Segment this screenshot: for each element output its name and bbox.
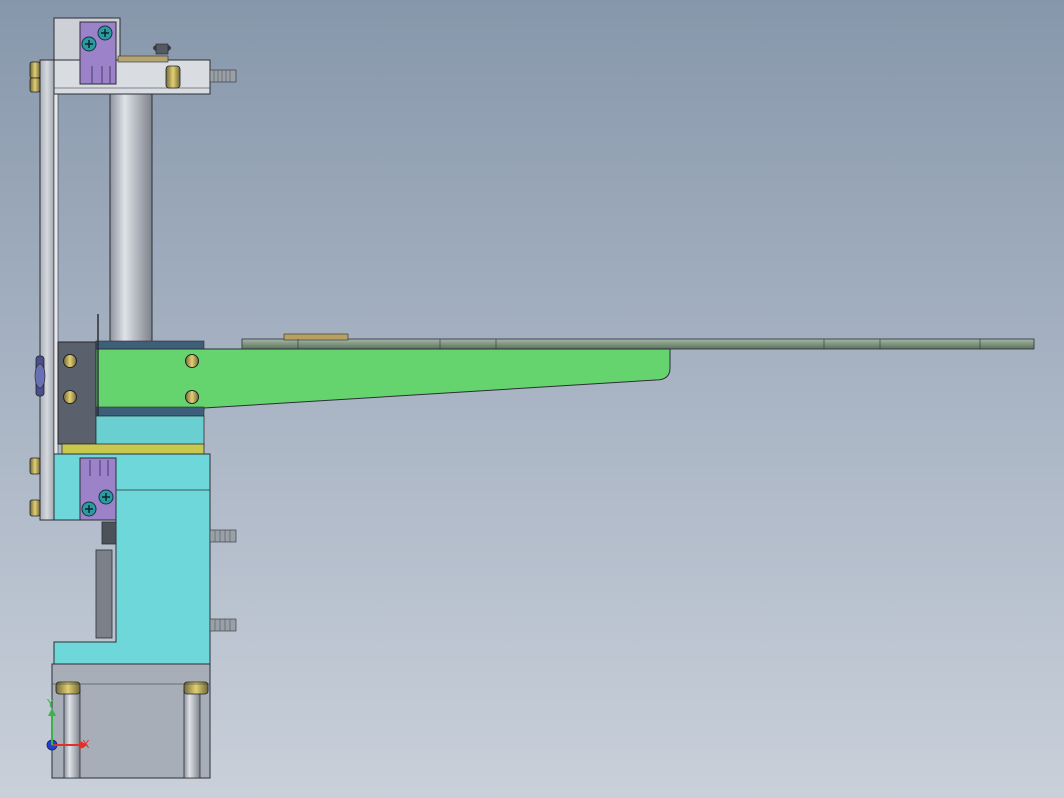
side-frame-inner xyxy=(53,59,59,521)
side-frame[interactable] xyxy=(39,59,59,521)
bolt-head xyxy=(29,457,41,475)
base-right-column xyxy=(183,689,201,779)
plate-tab xyxy=(283,333,349,341)
dark-block-body xyxy=(57,341,97,445)
bolt-head xyxy=(29,61,41,79)
bolt-head xyxy=(29,499,41,517)
bolt-icon xyxy=(185,354,199,368)
bolt-icon xyxy=(63,390,77,404)
cad-viewport[interactable]: X Y xyxy=(0,0,1064,798)
top-purple-clip[interactable] xyxy=(79,21,117,85)
arm-body xyxy=(95,348,671,411)
cyan-slot-small xyxy=(101,521,117,545)
cyan-slot xyxy=(95,549,113,639)
side-frame-plate xyxy=(39,59,55,521)
horizontal-plate[interactable] xyxy=(241,333,1035,350)
threaded-stud xyxy=(209,618,237,632)
triad-x-label: X xyxy=(82,738,90,751)
bolt-icon xyxy=(185,390,199,404)
side-knob-cap xyxy=(34,363,46,389)
green-cantilever-arm[interactable] xyxy=(95,340,671,417)
threaded-stud xyxy=(209,529,237,543)
lower-purple-clip[interactable] xyxy=(79,457,117,521)
hub-ring xyxy=(61,443,205,455)
bolt-icon xyxy=(63,354,77,368)
top-threaded-stud xyxy=(209,69,237,83)
dark-mount-block[interactable] xyxy=(57,341,97,445)
hub-sleeve xyxy=(95,415,205,447)
base-housing[interactable] xyxy=(51,663,211,779)
top-small-screw-shaft xyxy=(155,43,169,55)
top-bracket-slot xyxy=(117,55,169,63)
vertical-guide-rod[interactable] xyxy=(109,93,153,343)
plate-body xyxy=(241,338,1035,350)
cyan-block-body xyxy=(53,453,211,665)
top-bracket-plate xyxy=(53,59,211,95)
bolt-head xyxy=(29,77,41,93)
top-plate-nut xyxy=(165,65,181,89)
base-left-column xyxy=(63,689,81,779)
arm-bottom-band xyxy=(95,406,205,417)
triad-y-label: Y xyxy=(46,697,54,710)
arm-top-band xyxy=(95,340,205,350)
